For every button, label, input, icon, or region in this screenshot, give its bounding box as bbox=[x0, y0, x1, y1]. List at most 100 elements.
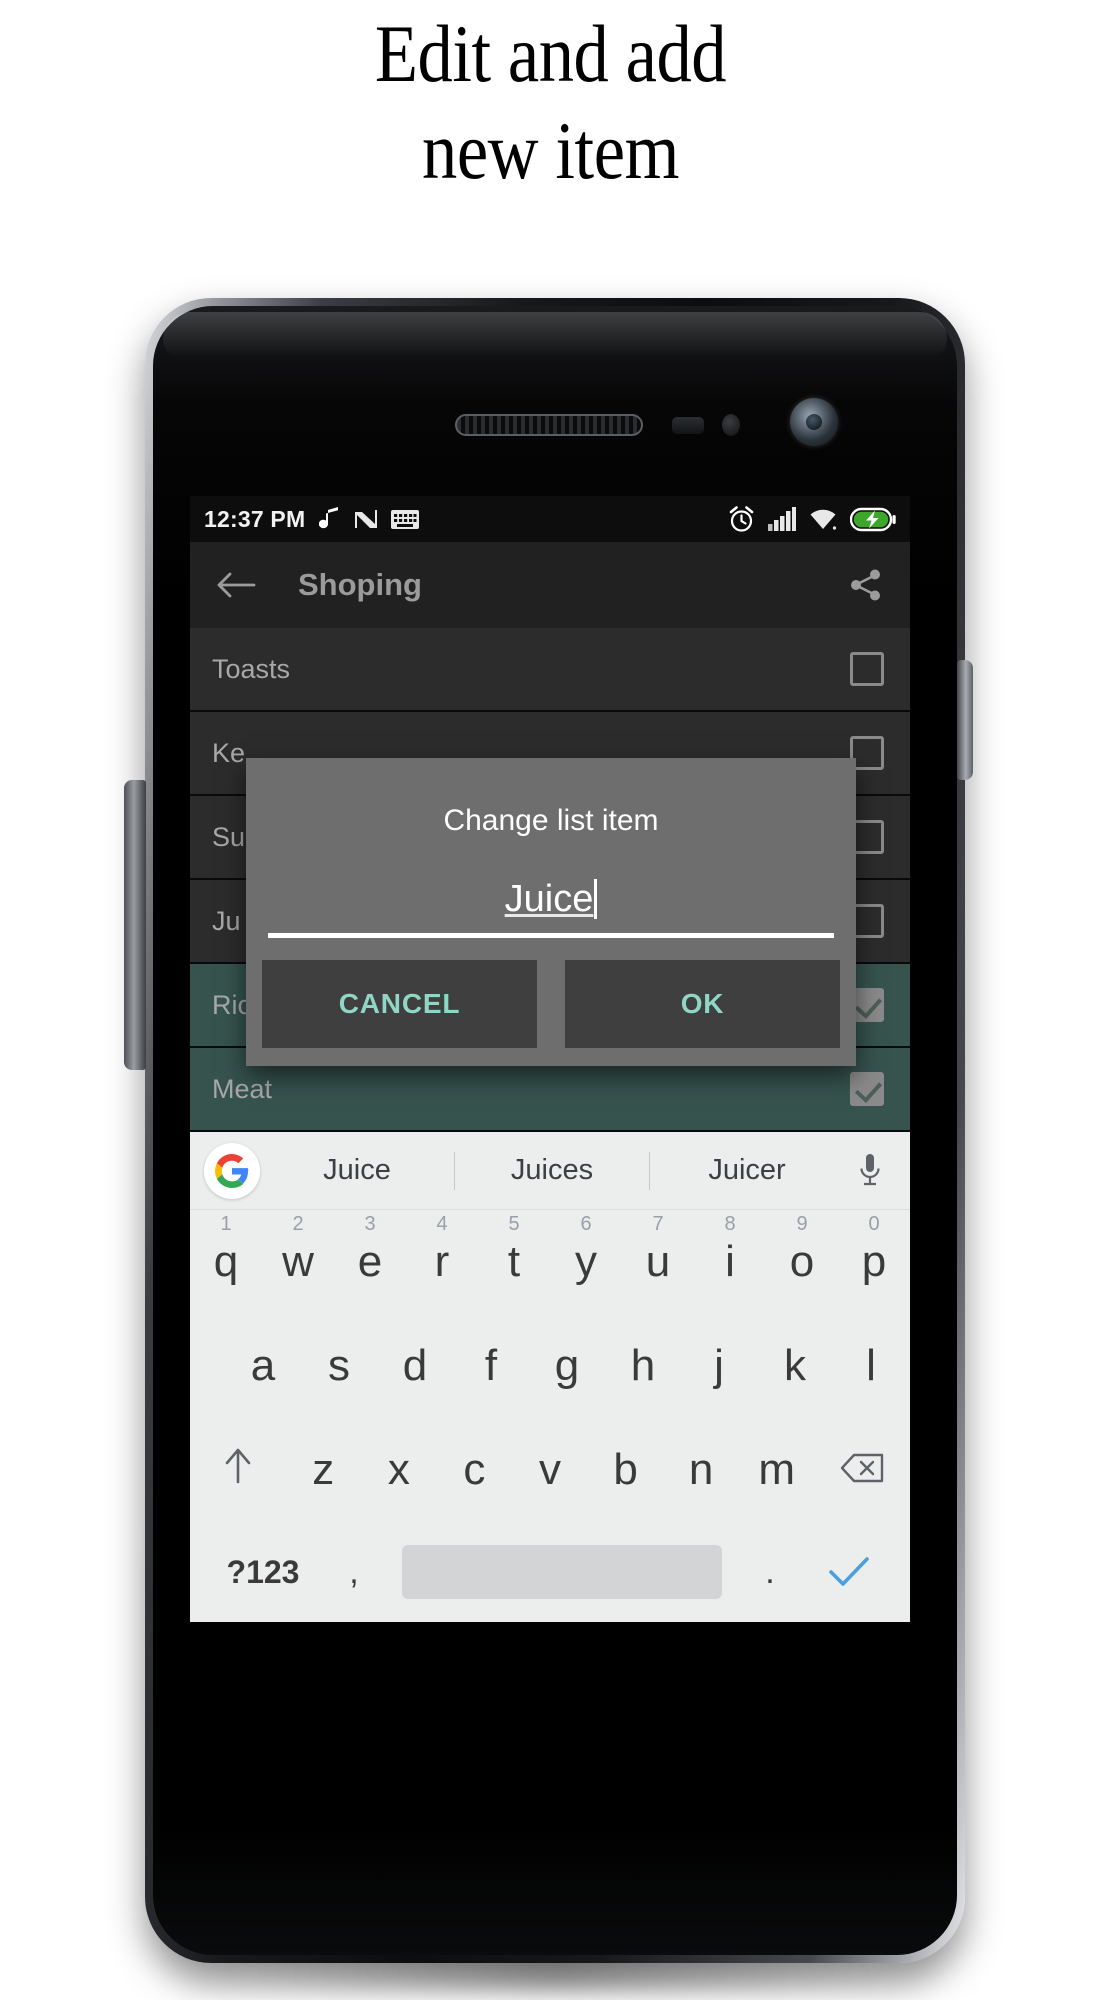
back-arrow-icon[interactable] bbox=[216, 569, 256, 601]
keyboard-row-4: ?123 , . bbox=[190, 1522, 910, 1622]
key-symbols[interactable]: ?123 bbox=[208, 1554, 318, 1591]
key-f[interactable]: f bbox=[458, 1344, 524, 1388]
key-label: q bbox=[213, 1237, 239, 1286]
key-w[interactable]: 2w bbox=[267, 1214, 329, 1286]
key-o[interactable]: 9o bbox=[771, 1214, 833, 1286]
key-g[interactable]: g bbox=[534, 1344, 600, 1388]
bezel-highlight bbox=[163, 312, 947, 358]
key-x[interactable]: x bbox=[366, 1448, 432, 1492]
change-item-dialog: Change list item Juice CANCEL OK bbox=[246, 758, 856, 1066]
key-t[interactable]: 5t bbox=[483, 1214, 545, 1286]
key-label: r bbox=[434, 1237, 450, 1286]
dialog-actions: CANCEL OK bbox=[262, 960, 840, 1048]
volume-button[interactable] bbox=[124, 780, 146, 1070]
key-p[interactable]: 0p bbox=[843, 1214, 905, 1286]
music-note-icon bbox=[319, 506, 341, 532]
dialog-input-wrapper[interactable]: Juice bbox=[268, 878, 834, 938]
nougat-n-icon bbox=[353, 507, 379, 531]
key-v[interactable]: v bbox=[517, 1448, 583, 1492]
key-y[interactable]: 6y bbox=[555, 1214, 617, 1284]
key-s[interactable]: s bbox=[306, 1344, 372, 1388]
list-item-label: Meat bbox=[212, 1073, 273, 1104]
battery-charging-icon bbox=[850, 507, 896, 532]
key-label: u bbox=[645, 1237, 671, 1286]
screenshot-root: Edit and add new item 12:37 PM Shoping T… bbox=[0, 0, 1101, 2000]
power-button[interactable] bbox=[957, 660, 973, 780]
key-r[interactable]: 4r bbox=[411, 1214, 473, 1286]
microphone-icon[interactable] bbox=[844, 1153, 896, 1189]
key-label: w bbox=[282, 1237, 314, 1286]
list-item-label: Ju bbox=[212, 905, 241, 936]
list-item[interactable]: Toasts bbox=[190, 628, 910, 712]
app-bar-title: Shoping bbox=[298, 567, 422, 602]
item-name-input[interactable]: Juice bbox=[505, 878, 594, 920]
proximity-sensor-icon bbox=[672, 417, 704, 434]
google-g-icon[interactable] bbox=[204, 1142, 260, 1199]
key-m[interactable]: m bbox=[744, 1448, 810, 1492]
key-number: 7 bbox=[652, 1213, 664, 1235]
key-label: o bbox=[789, 1237, 815, 1286]
input-underline bbox=[268, 933, 834, 938]
key-comma[interactable]: , bbox=[318, 1553, 390, 1592]
status-right-icons bbox=[728, 505, 896, 533]
key-n[interactable]: n bbox=[668, 1448, 734, 1492]
key-label: e bbox=[357, 1237, 383, 1286]
status-bar: 12:37 PM bbox=[190, 496, 910, 542]
page-title-line1: Edit and add bbox=[374, 8, 727, 99]
share-icon[interactable] bbox=[848, 567, 884, 603]
light-sensor-icon bbox=[722, 414, 740, 436]
key-period[interactable]: . bbox=[734, 1553, 806, 1592]
on-screen-keyboard: Juice Juices Juicer 1q 2w 3e 4r 5t 6y 7u bbox=[190, 1132, 910, 1622]
key-number: 8 bbox=[724, 1213, 736, 1235]
page-title: Edit and add new item bbox=[77, 6, 1024, 200]
key-k[interactable]: k bbox=[762, 1344, 828, 1388]
key-e[interactable]: 3e bbox=[339, 1214, 401, 1286]
key-number: 5 bbox=[508, 1213, 520, 1235]
key-space[interactable] bbox=[402, 1545, 722, 1599]
key-number: 9 bbox=[796, 1213, 808, 1235]
check-enter-icon[interactable] bbox=[806, 1554, 892, 1590]
key-c[interactable]: c bbox=[442, 1448, 508, 1492]
dialog-title: Change list item bbox=[443, 804, 659, 837]
suggestion-bar: Juice Juices Juicer bbox=[190, 1132, 910, 1210]
suggestion-item[interactable]: Juice bbox=[260, 1154, 454, 1187]
key-label: p bbox=[861, 1237, 887, 1286]
ok-button[interactable]: OK bbox=[565, 960, 840, 1048]
wifi-icon bbox=[809, 507, 837, 531]
front-camera-icon bbox=[790, 398, 838, 446]
keyboard-row-3: z x c v b n m bbox=[190, 1418, 910, 1522]
list-item-label: Ke bbox=[212, 737, 246, 768]
signal-bars-icon bbox=[768, 507, 796, 531]
suggestion-item[interactable]: Juicer bbox=[650, 1154, 844, 1187]
suggestion-item[interactable]: Juices bbox=[455, 1154, 649, 1187]
list-item-label: Su bbox=[212, 821, 246, 852]
key-l[interactable]: l bbox=[838, 1344, 904, 1388]
key-label: t bbox=[507, 1237, 521, 1286]
text-caret bbox=[594, 879, 598, 919]
earpiece-speaker-icon bbox=[455, 414, 643, 436]
cancel-button[interactable]: CANCEL bbox=[262, 960, 537, 1048]
key-b[interactable]: b bbox=[593, 1448, 659, 1492]
page-title-line2: new item bbox=[421, 104, 680, 196]
list-item-label: Toasts bbox=[212, 653, 291, 684]
status-time: 12:37 PM bbox=[204, 505, 306, 532]
app-bar: Shoping bbox=[190, 542, 910, 628]
suggestion-list: Juice Juices Juicer bbox=[260, 1151, 844, 1190]
key-j[interactable]: j bbox=[686, 1344, 752, 1388]
key-z[interactable]: z bbox=[290, 1448, 356, 1492]
keyboard-icon bbox=[391, 509, 420, 529]
backspace-icon[interactable] bbox=[820, 1448, 905, 1492]
list-item-checkbox[interactable] bbox=[850, 652, 884, 686]
key-q[interactable]: 1q bbox=[195, 1214, 257, 1286]
key-u[interactable]: 7u bbox=[627, 1214, 689, 1286]
key-d[interactable]: d bbox=[382, 1344, 448, 1388]
shift-arrow-icon[interactable] bbox=[195, 1446, 280, 1494]
list-item-checkbox[interactable] bbox=[850, 1072, 884, 1106]
key-a[interactable]: a bbox=[230, 1344, 296, 1388]
keyboard-row-2: a s d f g h j k l bbox=[190, 1314, 910, 1418]
key-label: i bbox=[725, 1237, 735, 1286]
status-left-icons bbox=[319, 506, 420, 532]
key-h[interactable]: h bbox=[610, 1344, 676, 1388]
key-i[interactable]: 8i bbox=[699, 1214, 761, 1286]
keyboard-row-1: 1q 2w 3e 4r 5t 6y 7u 8i 9o 0p bbox=[190, 1210, 910, 1314]
